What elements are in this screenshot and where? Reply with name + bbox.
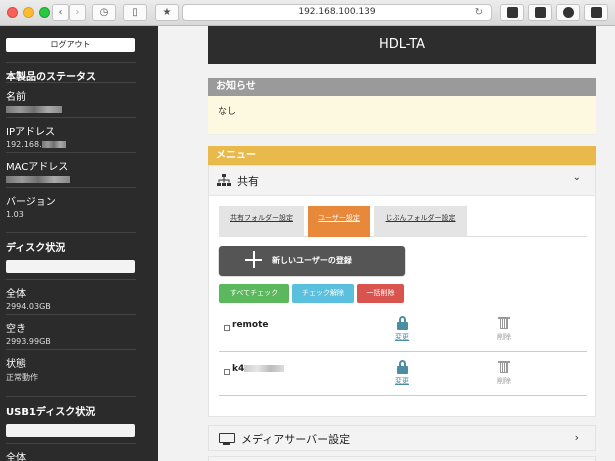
share-panel-header[interactable]: 共有 ⌄ — [209, 166, 595, 196]
version-item: バージョン 1.03 — [6, 187, 136, 219]
edit-user-button[interactable]: 変更 — [387, 360, 417, 386]
free-value: 2993.99GB — [6, 337, 51, 346]
user-checkbox[interactable] — [224, 369, 230, 375]
close-window-button[interactable] — [7, 7, 18, 18]
version-label: バージョン — [6, 197, 56, 208]
sidebar-toggle-icon[interactable]: ▯ — [123, 4, 147, 21]
ip-label: IPアドレス — [6, 127, 55, 138]
usb-section: USB1ディスク状況 — [6, 396, 136, 437]
media-server-item[interactable]: メディアサーバー設定 › — [208, 425, 596, 451]
menu-heading: メニュー — [208, 146, 596, 165]
back-button[interactable]: ‹ — [52, 4, 69, 21]
edit-user-button[interactable]: 変更 — [387, 316, 417, 342]
zoom-window-button[interactable] — [39, 7, 50, 18]
pocket-extension-icon[interactable] — [500, 4, 524, 21]
trash-icon — [498, 316, 510, 329]
trash-icon — [498, 360, 510, 373]
edit-label: 変更 — [395, 333, 409, 341]
address-text: 192.168.100.139 — [298, 7, 376, 17]
user-row: remote 変更 削除 — [219, 308, 587, 352]
lock-icon — [396, 360, 408, 374]
name-value-redacted — [6, 105, 136, 114]
share-title: 共有 — [237, 175, 259, 188]
disk-section: ディスク状況 — [6, 232, 136, 273]
delete-user-button[interactable]: 削除 — [489, 316, 519, 342]
screenshot-extension-icon[interactable] — [528, 4, 552, 21]
total-value: 2994.03GB — [6, 302, 51, 311]
delete-user-button[interactable]: 削除 — [489, 360, 519, 386]
minimize-window-button[interactable] — [23, 7, 34, 18]
chevron-down-icon[interactable]: ⌄ — [573, 172, 581, 183]
free-label: 空き — [6, 324, 26, 335]
mac-item: MACアドレス — [6, 152, 136, 184]
lock-icon — [396, 316, 408, 330]
address-bar[interactable]: 192.168.100.139 ↻ — [182, 4, 492, 21]
device-title: HDL-TA — [208, 26, 596, 64]
tab-bar: 共有フォルダー設定 ユーザー設定 じぶんフォルダー設定 — [219, 206, 587, 237]
tab-personal-folder[interactable]: じぶんフォルダー設定 — [374, 206, 467, 237]
user-name: remote — [232, 320, 269, 330]
state-value: 正常動作 — [6, 373, 38, 382]
ip-value-text: 192.168. — [6, 140, 42, 149]
uncheck-button[interactable]: チェック解除 — [292, 284, 354, 303]
notice-heading: お知らせ — [208, 78, 596, 96]
user-row: k4 変更 削除 — [219, 352, 587, 396]
state-item: 状態 正常動作 — [6, 349, 136, 383]
usb-total-item: 全体 — [6, 443, 136, 461]
usb-heading: USB1ディスク状況 — [6, 407, 96, 418]
check-all-button[interactable]: すべてチェック — [219, 284, 289, 303]
history-icon[interactable]: ◷ — [92, 4, 116, 21]
disk-heading: ディスク状況 — [6, 243, 66, 254]
hand-extension-icon[interactable] — [584, 4, 608, 21]
ip-item: IPアドレス 192.168. — [6, 117, 136, 149]
network-icon — [217, 174, 231, 186]
bulk-delete-button[interactable]: 一括削除 — [357, 284, 404, 303]
media-server-label: メディアサーバー設定 — [241, 433, 351, 446]
main-content: HDL-TA お知らせ なし メニュー 共有 ⌄ 共有フォルダー設定 ユーザー設… — [158, 26, 615, 461]
version-value: 1.03 — [6, 210, 24, 219]
delete-label: 削除 — [497, 377, 511, 385]
forward-button[interactable]: › — [69, 4, 86, 21]
edit-label: 変更 — [395, 377, 409, 385]
bookmark-icon[interactable]: ★ — [155, 4, 179, 21]
mac-label: MACアドレス — [6, 162, 69, 173]
mac-value-redacted — [6, 175, 136, 184]
next-menu-item[interactable] — [208, 456, 596, 461]
usb-usage-bar — [6, 424, 135, 437]
reload-icon[interactable]: ↻ — [475, 5, 483, 20]
plus-icon — [245, 251, 262, 268]
name-label: 名前 — [6, 92, 26, 103]
status-heading: 本製品のステータス — [6, 72, 96, 83]
user-name: k4 — [232, 364, 285, 374]
add-user-label: 新しいユーザーの登録 — [272, 256, 352, 265]
state-label: 状態 — [6, 359, 26, 370]
status-sidebar: ログアウト 本製品のステータス 名前 IPアドレス 192.168. MACアド… — [0, 26, 158, 461]
user-name-text: k4 — [232, 364, 245, 374]
total-item: 全体 2994.03GB — [6, 279, 136, 311]
notice-body: なし — [208, 96, 596, 135]
pinterest-extension-icon[interactable] — [556, 4, 580, 21]
total-label: 全体 — [6, 289, 26, 300]
tab-user-settings[interactable]: ユーザー設定 — [308, 206, 370, 237]
ip-value: 192.168. — [6, 140, 136, 149]
status-section: 本製品のステータス — [6, 62, 136, 83]
disk-usage-bar — [6, 260, 135, 273]
add-user-button[interactable]: 新しいユーザーの登録 — [219, 246, 405, 275]
tv-icon — [219, 433, 235, 445]
delete-label: 削除 — [497, 333, 511, 341]
chevron-right-icon: › — [574, 431, 579, 444]
logout-button[interactable]: ログアウト — [6, 38, 135, 52]
usb-total-label: 全体 — [6, 453, 26, 461]
user-checkbox[interactable] — [224, 325, 230, 331]
name-item: 名前 — [6, 82, 136, 114]
browser-toolbar: ‹ › ◷ ▯ ★ 192.168.100.139 ↻ — [0, 0, 615, 26]
free-item: 空き 2993.99GB — [6, 314, 136, 346]
share-panel: 共有 ⌄ 共有フォルダー設定 ユーザー設定 じぶんフォルダー設定 新しいユーザー… — [208, 165, 596, 417]
tab-shared-folder[interactable]: 共有フォルダー設定 — [219, 206, 304, 237]
